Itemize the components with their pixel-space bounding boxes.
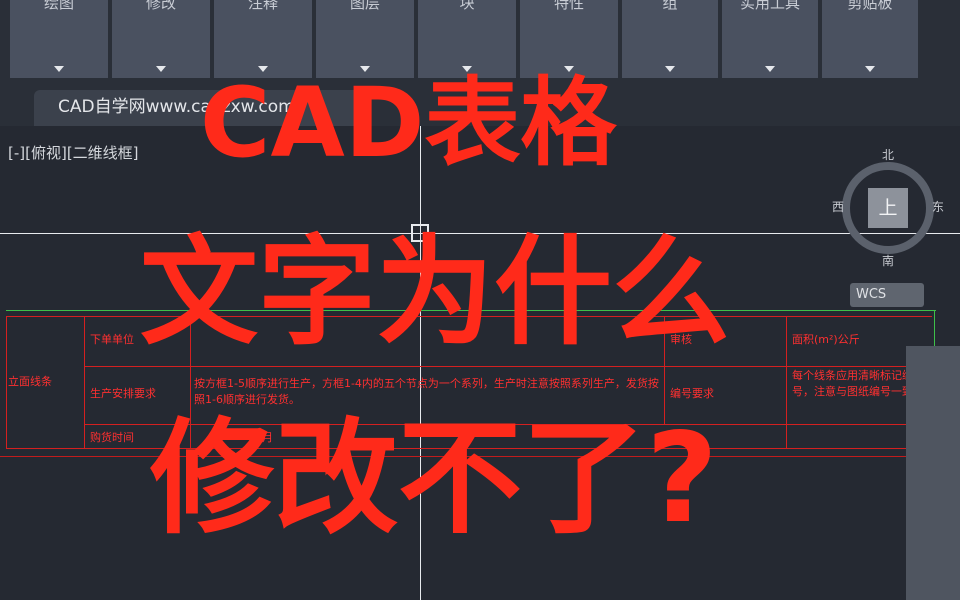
ribbon-panel-label: 图层: [349, 0, 380, 12]
ribbon-panel-label: 组: [662, 0, 678, 12]
table-line: [786, 316, 787, 448]
ribbon-panel-label: 剪贴板: [847, 0, 893, 12]
navigation-bar[interactable]: [906, 346, 960, 600]
ribbon-panel-clipboard[interactable]: 剪贴板: [822, 0, 920, 78]
table-cell[interactable]: 编号要求: [670, 386, 780, 402]
chevron-down-icon[interactable]: [865, 66, 875, 72]
ribbon-panel-utilities[interactable]: 实用工具: [722, 0, 820, 78]
chevron-down-icon[interactable]: [665, 66, 675, 72]
viewcube-top-face[interactable]: 上: [868, 188, 908, 228]
ribbon-panel-label: 块: [459, 0, 475, 12]
compass-south[interactable]: 南: [882, 252, 894, 269]
overlay-title-line1: CAD表格: [200, 67, 617, 179]
chevron-down-icon[interactable]: [765, 66, 775, 72]
ribbon-panel-label: 特性: [553, 0, 584, 12]
ribbon-panel-label: 注释: [247, 0, 278, 12]
viewport-controls[interactable]: [-][俯视][二维线框]: [8, 142, 139, 163]
wcs-menu[interactable]: WCS: [850, 283, 924, 307]
ribbon-panel-groups[interactable]: 组: [622, 0, 720, 78]
compass-east[interactable]: 东: [932, 198, 944, 215]
overlay-title-line3: 修改不了?: [150, 407, 718, 551]
ribbon-panel-draw[interactable]: 绘图: [10, 0, 110, 78]
table-line: [84, 366, 932, 367]
ribbon-panel-modify[interactable]: 修改: [112, 0, 212, 78]
table-row-header[interactable]: 立面线条: [8, 374, 82, 390]
compass-north[interactable]: 北: [882, 146, 894, 163]
compass-west[interactable]: 西: [832, 198, 844, 215]
viewcube[interactable]: 上 北 南 西 东: [832, 148, 944, 268]
chevron-down-icon[interactable]: [156, 66, 166, 72]
ribbon-panel-label: 绘图: [43, 0, 74, 12]
table-line: [6, 316, 7, 448]
ribbon-panel-label: 实用工具: [739, 0, 800, 12]
ribbon-panel-label: 修改: [145, 0, 176, 12]
overlay-title-line2: 文字为什么: [140, 223, 731, 361]
table-cell[interactable]: 生产安排要求: [90, 386, 186, 402]
chevron-down-icon[interactable]: [54, 66, 64, 72]
table-line: [84, 316, 85, 448]
